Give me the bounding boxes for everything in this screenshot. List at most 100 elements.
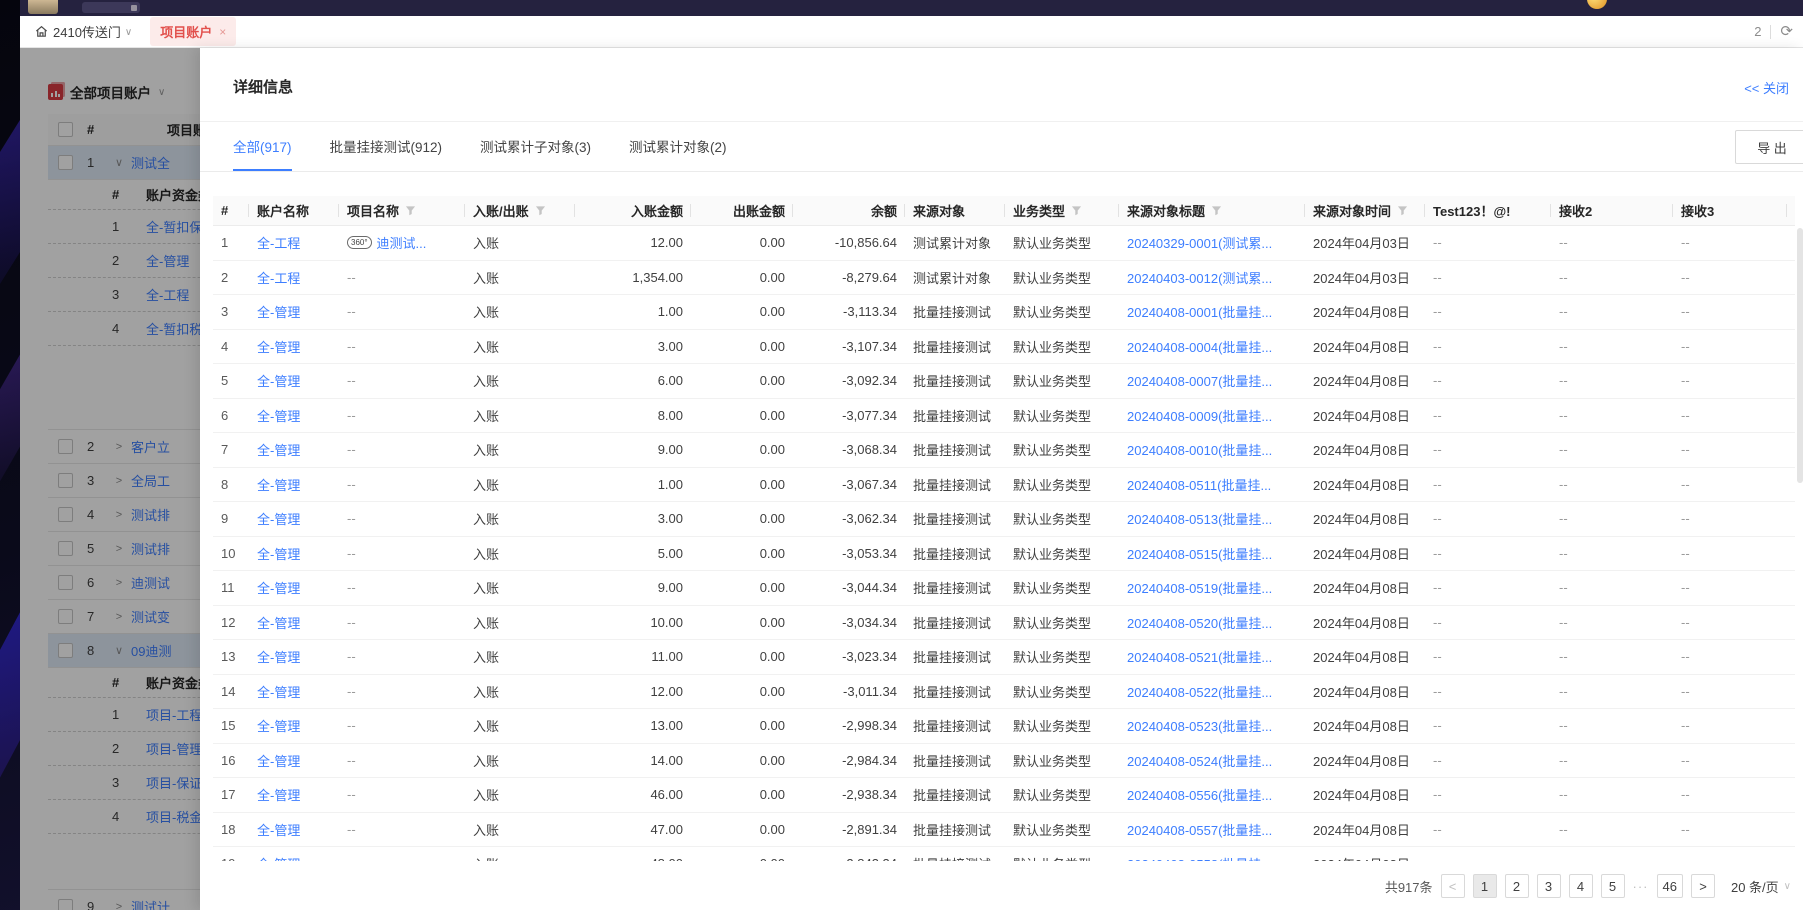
cell-title[interactable]: 20240408-0511(批量挂... xyxy=(1119,468,1305,502)
cell-title[interactable]: 20240408-0524(批量挂... xyxy=(1119,744,1305,778)
workspace-switcher-label[interactable]: 2410传送门 xyxy=(53,22,121,41)
page-button-4[interactable]: 4 xyxy=(1569,874,1593,898)
cell-time: 2024年04月08日 xyxy=(1305,330,1425,364)
cell-text: 批量挂接测试 xyxy=(913,820,991,839)
cell-title[interactable]: 20240408-0523(批量挂... xyxy=(1119,709,1305,743)
filter-icon[interactable] xyxy=(1397,205,1408,216)
cell-title[interactable]: 20240408-0519(批量挂... xyxy=(1119,571,1305,605)
page-button-5[interactable]: 5 xyxy=(1601,874,1625,898)
cell-account[interactable]: 全-管理 xyxy=(249,330,339,364)
cell-title[interactable]: 20240329-0001(测试累... xyxy=(1119,226,1305,260)
detail-tab-2[interactable]: 批量挂接测试(912) xyxy=(330,122,443,171)
cell-account[interactable]: 全-管理 xyxy=(249,847,339,861)
table-header-row: #账户名称项目名称入账/出账入账金额出账金额余额来源对象业务类型来源对象标题来源… xyxy=(213,196,1795,226)
cell-account[interactable]: 全-管理 xyxy=(249,364,339,398)
cell-biz: 默认业务类型 xyxy=(1005,744,1119,778)
cell-title[interactable]: 20240403-0012(测试累... xyxy=(1119,261,1305,295)
tab-project-accounts[interactable]: 项目账户 × xyxy=(150,17,236,46)
cell-text: 10.00 xyxy=(650,615,683,630)
cell-text: 20240408-0519(批量挂... xyxy=(1127,578,1272,597)
cell-title[interactable]: 20240408-0004(批量挂... xyxy=(1119,330,1305,364)
cell-account[interactable]: 全-管理 xyxy=(249,502,339,536)
cell-n: 19 xyxy=(213,847,249,861)
cell-title[interactable]: 20240408-0556(批量挂... xyxy=(1119,778,1305,812)
cell-n: 16 xyxy=(213,744,249,778)
refresh-icon[interactable]: ⟳ xyxy=(1780,24,1793,39)
cell-title[interactable]: 20240408-0521(批量挂... xyxy=(1119,640,1305,674)
cell-title[interactable]: 20240408-0558(批量挂... xyxy=(1119,847,1305,861)
detail-tab-3[interactable]: 测试累计子对象(3) xyxy=(480,122,591,171)
detail-tab-4[interactable]: 测试累计对象(2) xyxy=(629,122,727,171)
cell-text: -- xyxy=(1559,511,1568,526)
cell-account[interactable]: 全-管理 xyxy=(249,606,339,640)
cell-account[interactable]: 全-管理 xyxy=(249,468,339,502)
tab-close-icon[interactable]: × xyxy=(219,26,226,38)
cell-text: 2024年04月08日 xyxy=(1313,785,1410,804)
vertical-scrollbar-thumb[interactable] xyxy=(1797,228,1803,483)
cell-account[interactable]: 全-管理 xyxy=(249,778,339,812)
cell-r3: -- xyxy=(1673,364,1787,398)
cell-text: 默认业务类型 xyxy=(1013,440,1091,459)
cell-text: -- xyxy=(1559,546,1568,561)
cell-title[interactable]: 20240408-0520(批量挂... xyxy=(1119,606,1305,640)
page-button-2[interactable]: 2 xyxy=(1505,874,1529,898)
coin-icon[interactable] xyxy=(1587,0,1607,9)
cell-text: -3,011.34 xyxy=(843,684,897,699)
cell-text: 批量挂接测试 xyxy=(913,544,991,563)
cell-account[interactable]: 全-管理 xyxy=(249,813,339,847)
user-avatar[interactable] xyxy=(28,0,58,14)
cell-account[interactable]: 全-管理 xyxy=(249,537,339,571)
cell-account[interactable]: 全-管理 xyxy=(249,675,339,709)
page-button-3[interactable]: 3 xyxy=(1537,874,1561,898)
cell-text: 批量挂接测试 xyxy=(913,716,991,735)
page-size-select[interactable]: 20 条/页∨ xyxy=(1731,877,1791,896)
cell-title[interactable]: 20240408-0522(批量挂... xyxy=(1119,675,1305,709)
cell-title[interactable]: 20240408-0001(批量挂... xyxy=(1119,295,1305,329)
cell-account[interactable]: 全-管理 xyxy=(249,571,339,605)
filter-icon[interactable] xyxy=(1211,205,1222,216)
cell-r3: -- xyxy=(1673,675,1787,709)
chevron-down-icon[interactable]: ∨ xyxy=(125,27,132,38)
cell-text: 0.00 xyxy=(760,753,785,768)
cell-text: 入账 xyxy=(473,337,499,356)
cell-title[interactable]: 20240408-0557(批量挂... xyxy=(1119,813,1305,847)
page-prev-button[interactable]: < xyxy=(1441,874,1465,898)
cell-text: 20240408-0007(批量挂... xyxy=(1127,371,1272,390)
cell-src: 批量挂接测试 xyxy=(905,778,1005,812)
page-next-button[interactable]: > xyxy=(1691,874,1715,898)
cell-title[interactable]: 20240408-0515(批量挂... xyxy=(1119,537,1305,571)
page-button-1[interactable]: 1 xyxy=(1473,874,1497,898)
cell-out: 0.00 xyxy=(691,606,793,640)
cell-account[interactable]: 全-管理 xyxy=(249,399,339,433)
cell-title[interactable]: 20240408-0009(批量挂... xyxy=(1119,399,1305,433)
filter-icon[interactable] xyxy=(1071,205,1082,216)
cell-title[interactable]: 20240408-0010(批量挂... xyxy=(1119,433,1305,467)
topbar-search-pill[interactable] xyxy=(82,2,140,13)
cell-project[interactable]: 360°迪测试... xyxy=(339,226,465,260)
cell-biz: 默认业务类型 xyxy=(1005,813,1119,847)
detail-tab-1[interactable]: 全部(917) xyxy=(233,122,292,171)
cell-in: 3.00 xyxy=(575,502,691,536)
export-button[interactable]: 导 出 xyxy=(1735,130,1803,164)
home-icon[interactable] xyxy=(34,24,49,39)
page-ellipsis[interactable]: ··· xyxy=(1633,879,1649,894)
filter-icon[interactable] xyxy=(535,205,546,216)
filter-icon[interactable] xyxy=(405,205,416,216)
cell-text: 默认业务类型 xyxy=(1013,509,1091,528)
table-row: 3全-管理--入账1.000.00-3,113.34批量挂接测试默认业务类型20… xyxy=(213,295,1795,330)
cell-account[interactable]: 全-管理 xyxy=(249,640,339,674)
cell-account[interactable]: 全-工程 xyxy=(249,261,339,295)
cell-account[interactable]: 全-管理 xyxy=(249,709,339,743)
cell-title[interactable]: 20240408-0007(批量挂... xyxy=(1119,364,1305,398)
cell-title[interactable]: 20240408-0513(批量挂... xyxy=(1119,502,1305,536)
cell-r2: -- xyxy=(1551,226,1673,260)
table-row: 13全-管理--入账11.000.00-3,023.34批量挂接测试默认业务类型… xyxy=(213,640,1795,675)
cell-account[interactable]: 全-管理 xyxy=(249,744,339,778)
close-panel-link[interactable]: << 关闭 xyxy=(1744,78,1789,97)
cell-account[interactable]: 全-工程 xyxy=(249,226,339,260)
cell-bal: -3,068.34 xyxy=(793,433,905,467)
cell-text: 全-管理 xyxy=(257,509,300,528)
cell-account[interactable]: 全-管理 xyxy=(249,295,339,329)
page-button-46[interactable]: 46 xyxy=(1657,874,1683,898)
cell-account[interactable]: 全-管理 xyxy=(249,433,339,467)
